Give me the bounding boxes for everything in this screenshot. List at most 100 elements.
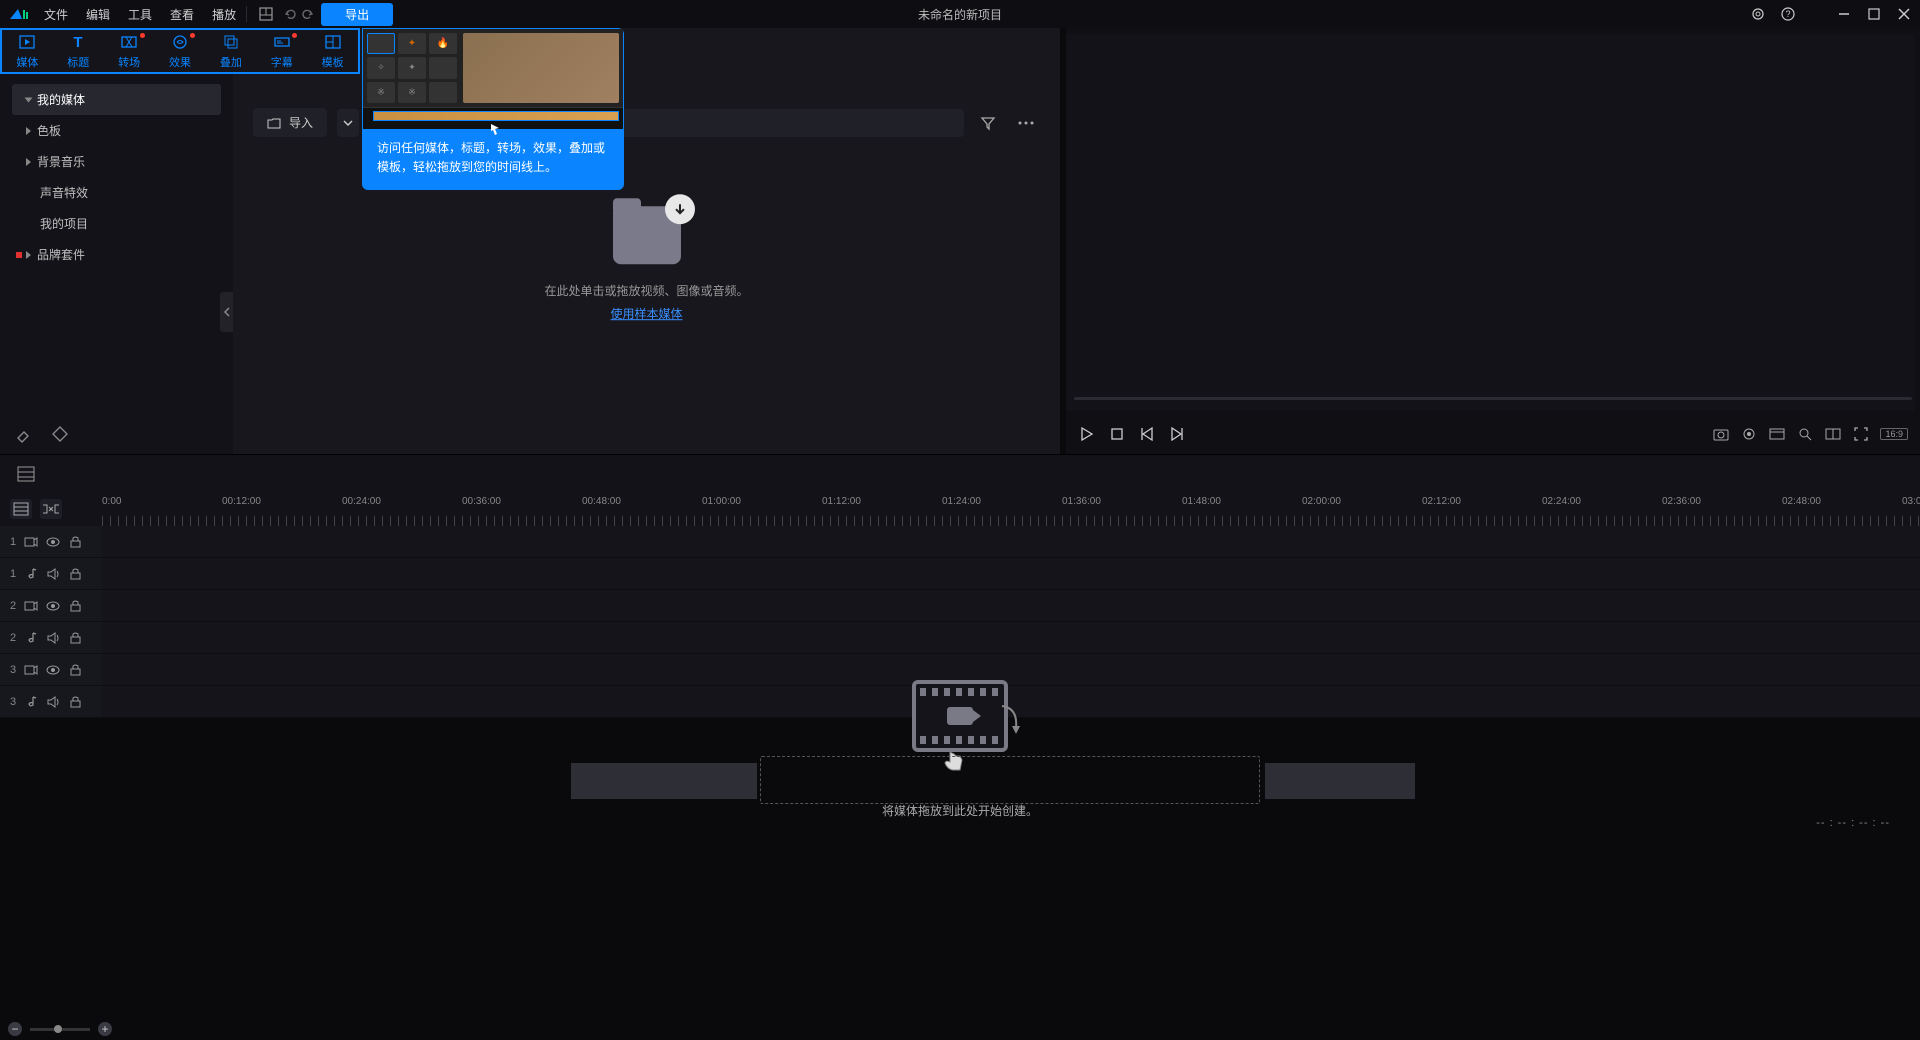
tab-subtitle[interactable]: 字幕 — [256, 30, 307, 72]
mute-icon[interactable] — [46, 567, 60, 581]
play-icon[interactable] — [1078, 425, 1096, 443]
timeline-view-icon[interactable] — [14, 462, 38, 486]
eraser-icon[interactable] — [14, 424, 36, 446]
drop-zone-text: 在此处单击或拖放视频、图像或音频。 — [544, 282, 748, 299]
lock-icon[interactable] — [68, 695, 82, 709]
ruler-mark: 02:36:00 — [1662, 496, 1701, 507]
media-panel: 导入 在此处单击或拖放视频、图像或音频。 使用样本媒体 — [233, 28, 1066, 454]
menu-tools[interactable]: 工具 — [128, 6, 152, 23]
tab-effect[interactable]: 效果 — [155, 30, 206, 72]
zoom-slider[interactable] — [30, 1028, 90, 1031]
track-header[interactable]: 1 — [0, 526, 102, 557]
sidebar-item-bgm[interactable]: 背景音乐 — [12, 146, 221, 177]
track-view-icon[interactable] — [10, 499, 32, 519]
ruler-mark: 00:48:00 — [582, 496, 621, 507]
settings-icon[interactable] — [1750, 6, 1766, 22]
tab-title[interactable]: T标题 — [53, 30, 104, 72]
track-header[interactable]: 3 — [0, 654, 102, 685]
menu-play[interactable]: 播放 — [212, 6, 236, 23]
track-number: 2 — [10, 632, 16, 644]
more-icon[interactable] — [1012, 109, 1040, 137]
track-header[interactable]: 2 — [0, 590, 102, 621]
layout-icon[interactable] — [257, 5, 275, 23]
menu-edit[interactable]: 编辑 — [86, 6, 110, 23]
visibility-icon[interactable] — [46, 599, 60, 613]
sidebar: 我的媒体 色板 背景音乐 声音特效 我的项目 品牌套件 — [0, 28, 233, 454]
aspect-ratio-badge[interactable]: 16:9 — [1880, 428, 1908, 440]
track-header[interactable]: 1 — [0, 558, 102, 589]
track-header[interactable]: 2 — [0, 622, 102, 653]
time-ruler[interactable]: 0:0000:12:0000:24:0000:36:0000:48:0001:0… — [102, 492, 1920, 526]
preview-seek-slider[interactable] — [1074, 397, 1912, 400]
sidebar-item-my-project[interactable]: 我的项目 — [12, 208, 221, 239]
svg-text:?: ? — [1785, 9, 1790, 19]
sidebar-item-sfx[interactable]: 声音特效 — [12, 177, 221, 208]
prev-frame-icon[interactable] — [1138, 425, 1156, 443]
ruler-mark: 01:00:00 — [702, 496, 741, 507]
lock-icon[interactable] — [68, 567, 82, 581]
import-dropdown[interactable] — [337, 109, 359, 137]
timeline-hint-text: 将媒体拖放到此处开始创建。 — [882, 802, 1038, 819]
magnet-icon[interactable] — [40, 499, 62, 519]
import-button[interactable]: 导入 — [253, 108, 327, 137]
visibility-icon[interactable] — [46, 663, 60, 677]
filter-icon[interactable] — [974, 109, 1002, 137]
media-drop-zone[interactable]: 在此处单击或拖放视频、图像或音频。 使用样本媒体 — [544, 206, 748, 322]
maximize-icon[interactable] — [1866, 6, 1882, 22]
zoom-icon[interactable] — [1796, 425, 1814, 443]
tab-transition[interactable]: 转场 — [104, 30, 155, 72]
zoom-out-button[interactable]: − — [8, 1022, 22, 1036]
onboarding-popover: ✦🔥 ✧✦ ※※ 访问任何媒体，标题，转场，效果，叠加或模板，轻松拖放到您的时间… — [362, 28, 624, 190]
mute-icon[interactable] — [46, 695, 60, 709]
display-icon[interactable] — [1768, 425, 1786, 443]
audio-track-icon — [24, 567, 38, 581]
menu-file[interactable]: 文件 — [44, 6, 68, 23]
track-lane[interactable] — [102, 654, 1920, 685]
undo-icon[interactable] — [281, 5, 299, 23]
preview-viewport[interactable] — [1066, 34, 1914, 411]
export-button[interactable]: 导出 — [321, 3, 393, 26]
tab-media[interactable]: 媒体 — [2, 30, 53, 72]
track-lane[interactable] — [102, 526, 1920, 557]
timeline-drop-target[interactable] — [760, 756, 1260, 804]
stop-icon[interactable] — [1108, 425, 1126, 443]
quality-icon[interactable] — [1740, 425, 1758, 443]
minimize-icon[interactable] — [1836, 6, 1852, 22]
preview-timecode: -- : -- : -- : -- — [1816, 817, 1890, 829]
tag-icon[interactable] — [50, 424, 72, 446]
lock-icon[interactable] — [68, 663, 82, 677]
snapshot-icon[interactable] — [1712, 425, 1730, 443]
track-lane[interactable] — [102, 558, 1920, 589]
popover-text: 访问任何媒体，标题，转场，效果，叠加或模板，轻松拖放到您的时间线上。 — [363, 129, 623, 189]
ruler-mark: 02:00:00 — [1302, 496, 1341, 507]
track-lane[interactable] — [102, 622, 1920, 653]
tab-template[interactable]: 模板 — [307, 30, 358, 72]
redo-icon[interactable] — [299, 5, 317, 23]
track-lane[interactable] — [102, 590, 1920, 621]
fullscreen-icon[interactable] — [1852, 425, 1870, 443]
lock-icon[interactable] — [68, 599, 82, 613]
help-icon[interactable]: ? — [1780, 6, 1796, 22]
lock-icon[interactable] — [68, 631, 82, 645]
ruler-mark: 01:24:00 — [942, 496, 981, 507]
menu-view[interactable]: 查看 — [170, 6, 194, 23]
tab-overlay[interactable]: 叠加 — [205, 30, 256, 72]
sidebar-item-colorboard[interactable]: 色板 — [12, 115, 221, 146]
compare-icon[interactable] — [1824, 425, 1842, 443]
next-frame-icon[interactable] — [1168, 425, 1186, 443]
video-track-icon — [24, 535, 38, 549]
lock-icon[interactable] — [68, 535, 82, 549]
close-icon[interactable] — [1896, 6, 1912, 22]
track-header[interactable]: 3 — [0, 686, 102, 717]
sample-media-link[interactable]: 使用样本媒体 — [544, 305, 748, 322]
sidebar-item-my-media[interactable]: 我的媒体 — [12, 84, 221, 115]
track-number: 1 — [10, 536, 16, 548]
zoom-in-button[interactable]: + — [98, 1022, 112, 1036]
collapse-sidebar-icon[interactable] — [220, 292, 234, 332]
popover-preview-thumb — [463, 33, 619, 103]
sidebar-item-brand-kit[interactable]: 品牌套件 — [12, 239, 221, 270]
track-lane[interactable] — [102, 686, 1920, 717]
ruler-mark: 00:36:00 — [462, 496, 501, 507]
mute-icon[interactable] — [46, 631, 60, 645]
visibility-icon[interactable] — [46, 535, 60, 549]
